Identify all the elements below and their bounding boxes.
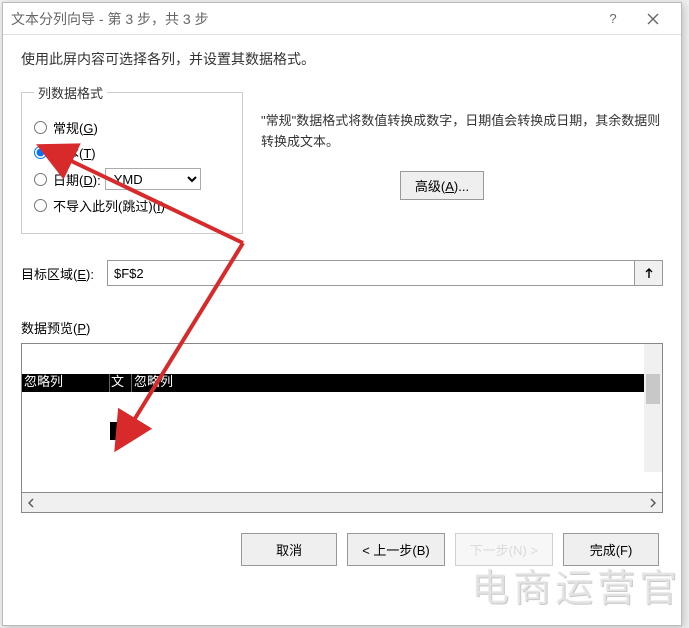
radio-text-row[interactable]: 文本(T) — [34, 143, 230, 162]
radio-skip-label: 不导入此列(跳过)(I) — [53, 196, 165, 215]
preview-header-2: 忽略列 — [132, 374, 662, 392]
next-button[interactable]: 下一步(N) > — [455, 533, 553, 566]
preview-label: 数据预览(P) — [21, 318, 663, 337]
destination-label: 目标区域(E): — [21, 264, 107, 283]
close-button[interactable] — [633, 5, 673, 33]
radio-general-label: 常规(G) — [53, 118, 98, 137]
chevron-left-icon — [27, 498, 35, 508]
collapse-icon — [643, 267, 655, 279]
column-format-group: 列数据格式 常规(G) 文本(T) 日期(D): YMD 不导入此列(跳过)(I… — [21, 83, 243, 234]
preview-header-1: 文 — [110, 374, 132, 392]
radio-date[interactable] — [34, 173, 47, 186]
radio-date-label: 日期(D): — [53, 170, 101, 189]
radio-text-label: 文本(T) — [53, 143, 96, 162]
radio-date-row[interactable]: 日期(D): YMD — [34, 168, 230, 190]
advanced-button[interactable]: 高级(A)... — [400, 171, 484, 200]
dialog-content: 使用此屏内容可选择各列，并设置其数据格式。 列数据格式 常规(G) 文本(T) … — [3, 35, 681, 580]
footer-buttons: 取消 < 上一步(B) 下一步(N) > 完成(F) — [21, 533, 663, 566]
format-description: "常规"数据格式将数值转换成数字，日期值会转换成日期，其余数据则转换成文本。 高… — [261, 83, 663, 200]
wizard-dialog: 文本分列向导 - 第 3 步，共 3 步 ? 使用此屏内容可选择各列，并设置其数… — [2, 2, 682, 626]
preview-header-0: 忽略列 — [22, 374, 110, 392]
hscroll-right-arrow[interactable] — [644, 494, 662, 512]
preview-header-row: 忽略列 文 忽略列 — [22, 374, 662, 392]
radio-general-row[interactable]: 常规(G) — [34, 118, 230, 137]
radio-general[interactable] — [34, 121, 47, 134]
titlebar: 文本分列向导 - 第 3 步，共 3 步 ? — [3, 3, 681, 35]
vscroll-thumb[interactable] — [646, 374, 660, 404]
cancel-button[interactable]: 取消 — [241, 533, 337, 566]
help-button[interactable]: ? — [593, 5, 633, 33]
range-picker-button[interactable] — [635, 260, 663, 286]
chevron-right-icon — [649, 498, 657, 508]
finish-button[interactable]: 完成(F) — [563, 533, 659, 566]
date-format-select[interactable]: YMD — [105, 168, 201, 190]
desc-text: "常规"数据格式将数值转换成数字，日期值会转换成日期，其余数据则转换成文本。 — [261, 111, 663, 153]
column-format-legend: 列数据格式 — [34, 83, 107, 102]
dialog-title: 文本分列向导 - 第 3 步，共 3 步 — [11, 9, 593, 29]
radio-skip-row[interactable]: 不导入此列(跳过)(I) — [34, 196, 230, 215]
destination-row: 目标区域(E): — [21, 260, 663, 286]
back-button[interactable]: < 上一步(B) — [347, 533, 445, 566]
preview-hscroll[interactable] — [21, 493, 663, 513]
hscroll-left-arrow[interactable] — [22, 494, 40, 512]
destination-input[interactable] — [107, 260, 635, 286]
radio-text[interactable] — [34, 146, 47, 159]
preview-grid[interactable]: 忽略列 文 忽略列 2020/9/11 10 :09:54 — [22, 344, 662, 464]
preview-row-blank — [22, 422, 662, 440]
preview-box: 忽略列 文 忽略列 2020/9/11 10 :09:54 — [21, 343, 663, 493]
radio-skip[interactable] — [34, 199, 47, 212]
close-icon — [647, 13, 659, 25]
preview-vscroll[interactable] — [644, 344, 662, 472]
instruction-text: 使用此屏内容可选择各列，并设置其数据格式。 — [21, 49, 663, 69]
